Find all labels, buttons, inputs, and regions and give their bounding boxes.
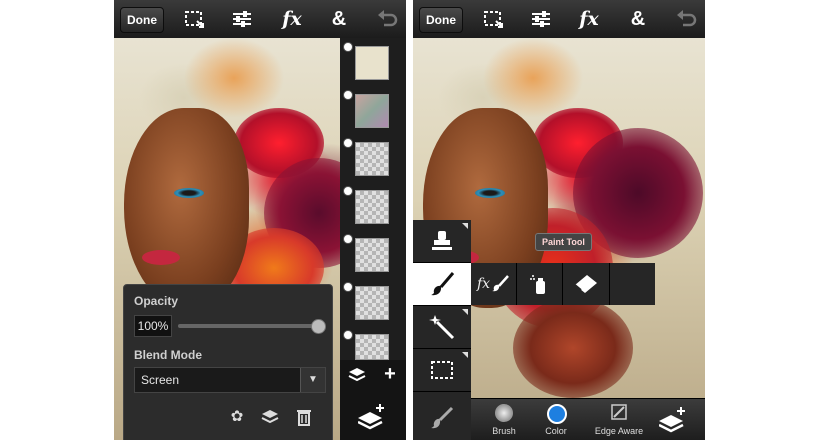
ampersand-icon[interactable]: & xyxy=(627,9,649,29)
tools-sidebar xyxy=(413,220,471,440)
fx-icon[interactable]: fx xyxy=(281,9,303,29)
edge-aware-toggle[interactable]: Edge Aware xyxy=(589,399,649,440)
opacity-value[interactable]: 100% xyxy=(134,315,172,337)
submenu-indicator xyxy=(462,223,468,229)
layer-visibility-toggle[interactable] xyxy=(343,90,353,100)
layers-add-icon[interactable] xyxy=(358,404,386,432)
smudge-icon xyxy=(431,406,454,429)
submenu-indicator xyxy=(462,309,468,315)
brush-preview-icon xyxy=(495,404,513,422)
left-screen: Done fx & + Opacity 100% Blend Mode Scre… xyxy=(114,0,406,440)
layers-icon[interactable] xyxy=(348,366,366,384)
layer-thumbnail[interactable] xyxy=(355,286,389,320)
submenu-indicator xyxy=(462,352,468,358)
top-toolbar: Done fx & xyxy=(413,0,705,39)
layer-style-icon[interactable]: ✿ xyxy=(227,407,247,427)
right-screen: Done fx & Paint Tool fx Brush Color Edge… xyxy=(413,0,705,440)
done-button[interactable]: Done xyxy=(120,7,164,33)
edge-aware-label: Edge Aware xyxy=(594,426,644,436)
layer-thumbnail[interactable] xyxy=(355,334,389,360)
color-swatch-icon xyxy=(547,404,567,424)
brush-tool[interactable] xyxy=(413,263,471,306)
portrait-face xyxy=(124,108,249,308)
spray-option[interactable] xyxy=(563,263,610,305)
eraser-icon xyxy=(574,275,597,293)
layer-thumbnail[interactable] xyxy=(355,46,389,80)
layer-thumbnail[interactable] xyxy=(355,238,389,272)
eye-left xyxy=(174,188,204,198)
adjustments-icon[interactable] xyxy=(231,9,253,29)
add-layer-button[interactable]: + xyxy=(380,363,400,385)
fx-brush-option[interactable]: fx xyxy=(471,263,517,305)
paint-options-row: fx xyxy=(471,263,655,305)
selection-icon[interactable] xyxy=(482,9,504,29)
marquee-icon xyxy=(431,361,453,379)
ampersand-icon[interactable]: & xyxy=(328,9,350,29)
stamp-icon xyxy=(432,231,452,250)
layer-thumbnail[interactable] xyxy=(355,142,389,176)
layers-footer: + xyxy=(340,360,406,440)
magic-wand-icon xyxy=(429,315,455,340)
color-label: Color xyxy=(545,426,567,436)
opacity-label: Opacity xyxy=(134,294,179,308)
opacity-slider-knob[interactable] xyxy=(311,319,326,334)
layer-visibility-toggle[interactable] xyxy=(343,234,353,244)
smudge-tool[interactable] xyxy=(413,396,471,440)
undo-icon[interactable] xyxy=(675,9,697,29)
marquee-tool[interactable] xyxy=(413,349,471,392)
opacity-slider[interactable] xyxy=(178,319,326,334)
brush-label: Brush xyxy=(492,426,516,436)
done-button[interactable]: Done xyxy=(419,7,463,33)
lips xyxy=(142,250,180,265)
trash-icon[interactable] xyxy=(294,407,314,427)
paint-tool-tooltip: Paint Tool xyxy=(535,233,592,251)
brush-option[interactable] xyxy=(517,263,563,305)
layer-visibility-toggle[interactable] xyxy=(343,330,353,340)
layer-thumbnail[interactable] xyxy=(355,190,389,224)
layer-properties-panel: Opacity 100% Blend Mode Screen ▼ ✿ xyxy=(123,284,333,440)
layer-visibility-toggle[interactable] xyxy=(343,282,353,292)
layers-add-icon[interactable] xyxy=(659,407,687,435)
fx-brush-icon: fx xyxy=(477,276,491,292)
merge-down-icon[interactable] xyxy=(260,407,280,427)
top-toolbar: Done fx & xyxy=(114,0,406,39)
brush-settings-button[interactable]: Brush xyxy=(479,399,529,440)
selection-icon[interactable] xyxy=(183,9,205,29)
layer-visibility-toggle[interactable] xyxy=(343,186,353,196)
spray-can-icon xyxy=(530,275,545,294)
magic-wand-tool[interactable] xyxy=(413,306,471,349)
brush-icon xyxy=(431,272,455,296)
eraser-option[interactable] xyxy=(610,263,655,305)
brush-icon xyxy=(492,275,509,292)
edge-aware-icon xyxy=(611,404,627,420)
undo-icon[interactable] xyxy=(376,9,398,29)
blend-mode-label: Blend Mode xyxy=(134,348,202,362)
layers-panel xyxy=(340,38,406,360)
chevron-down-icon[interactable]: ▼ xyxy=(300,368,325,392)
color-button[interactable]: Color xyxy=(531,399,581,440)
adjustments-icon[interactable] xyxy=(530,9,552,29)
eye-left xyxy=(475,188,505,198)
layer-visibility-toggle[interactable] xyxy=(343,138,353,148)
layer-thumbnail[interactable] xyxy=(355,94,389,128)
stamp-tool[interactable] xyxy=(413,220,471,263)
layer-visibility-toggle[interactable] xyxy=(343,42,353,52)
fx-icon[interactable]: fx xyxy=(578,9,600,29)
blend-mode-select[interactable]: Screen ▼ xyxy=(134,367,326,393)
bottom-toolbar: Brush Color Edge Aware xyxy=(471,398,705,440)
blend-mode-value: Screen xyxy=(141,373,180,387)
